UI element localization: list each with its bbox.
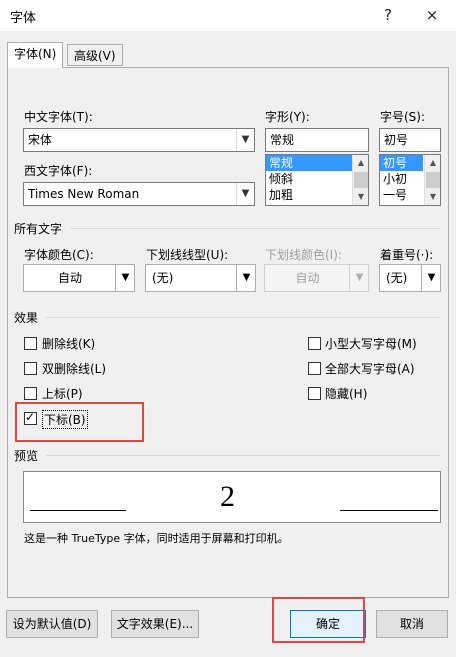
style-input-value: 常规 [270,133,295,147]
scroll-up-icon[interactable]: ▲ [425,155,441,171]
chevron-down-icon[interactable]: ▼ [236,265,256,291]
underline-color-value: 自动 [295,271,320,285]
style-label: 字形(Y): [265,110,310,124]
scroll-up-icon[interactable]: ▲ [353,155,369,171]
preview-baseline-left [30,510,126,511]
emphasis-value: (无) [386,271,408,285]
emphasis-label: 着重号(·): [380,248,434,262]
chevron-down-icon[interactable]: ▼ [115,265,135,291]
preview-section-label: 预览 [14,449,39,463]
tab-font[interactable]: 字体(N) [7,42,64,68]
style-scrollbar[interactable]: ▲ ▼ [352,155,368,205]
size-input-value: 初号 [384,133,409,147]
highlight-box [15,402,144,442]
underline-type-label: 下划线线型(U): [146,248,229,262]
size-label: 字号(S): [380,110,426,124]
size-input[interactable]: 初号 [379,128,441,152]
window-title: 字体 [10,11,37,26]
preview-box: 2 [23,471,441,523]
text-effects-button[interactable]: 文字效果(E)... [111,610,199,638]
all-text-section-label: 所有文字 [14,222,63,236]
size-scrollbar[interactable]: ▲ ▼ [424,155,440,205]
cancel-button[interactable]: 取消 [376,610,448,638]
chevron-down-icon[interactable]: ▼ [236,183,254,205]
preview-description: 这是一种 TrueType 字体，同时适用于屏幕和打印机。 [24,532,289,545]
hidden-checkbox[interactable] [308,387,321,400]
separator [70,228,440,229]
preview-sample: 2 [220,480,235,513]
chevron-down-icon[interactable]: ▼ [421,265,441,291]
double-strikethrough-label[interactable]: 双删除线(L) [42,360,106,377]
close-button[interactable]: × [420,4,444,26]
font-color-label: 字体颜色(C): [24,248,94,262]
cn-font-value: 宋体 [28,133,53,147]
superscript-checkbox[interactable] [24,387,37,400]
double-strikethrough-checkbox[interactable] [24,362,37,375]
list-item[interactable]: 初号 [380,155,423,171]
scroll-down-icon[interactable]: ▼ [353,189,369,205]
chevron-down-icon[interactable]: ▼ [236,129,254,151]
effects-section-label: 效果 [14,311,39,325]
cn-font-label: 中文字体(T): [24,110,93,124]
separator [46,317,440,318]
cn-font-combo[interactable]: 宋体 [23,128,255,152]
west-font-label: 西文字体(F): [24,164,93,178]
hidden-label[interactable]: 隐藏(H) [325,385,367,402]
style-input[interactable]: 常规 [265,128,369,152]
tab-advanced[interactable]: 高级(V) [67,44,123,66]
set-default-button[interactable]: 设为默认值(D) [6,610,98,638]
underline-color-label: 下划线颜色(I): [265,248,342,262]
superscript-label[interactable]: 上标(P) [42,385,83,402]
strikethrough-label[interactable]: 删除线(K) [42,335,95,352]
scroll-thumb[interactable] [354,172,368,188]
separator [46,455,440,456]
font-color-value: 自动 [57,271,82,285]
west-font-value: Times New Roman [28,187,140,201]
chevron-down-icon: ▼ [349,265,369,291]
west-font-combo[interactable]: Times New Roman [23,182,255,206]
list-item[interactable]: 常规 [266,155,353,171]
highlight-box [272,597,365,643]
help-button[interactable]: ? [376,4,400,26]
all-caps-checkbox[interactable] [308,362,321,375]
strikethrough-checkbox[interactable] [24,337,37,350]
scroll-thumb[interactable] [426,172,440,188]
small-caps-label[interactable]: 小型大写字母(M) [325,335,417,352]
small-caps-checkbox[interactable] [308,337,321,350]
preview-baseline-right [340,510,438,511]
scroll-down-icon[interactable]: ▼ [425,189,441,205]
underline-type-value: (无) [152,271,174,285]
all-caps-label[interactable]: 全部大写字母(A) [325,360,415,377]
